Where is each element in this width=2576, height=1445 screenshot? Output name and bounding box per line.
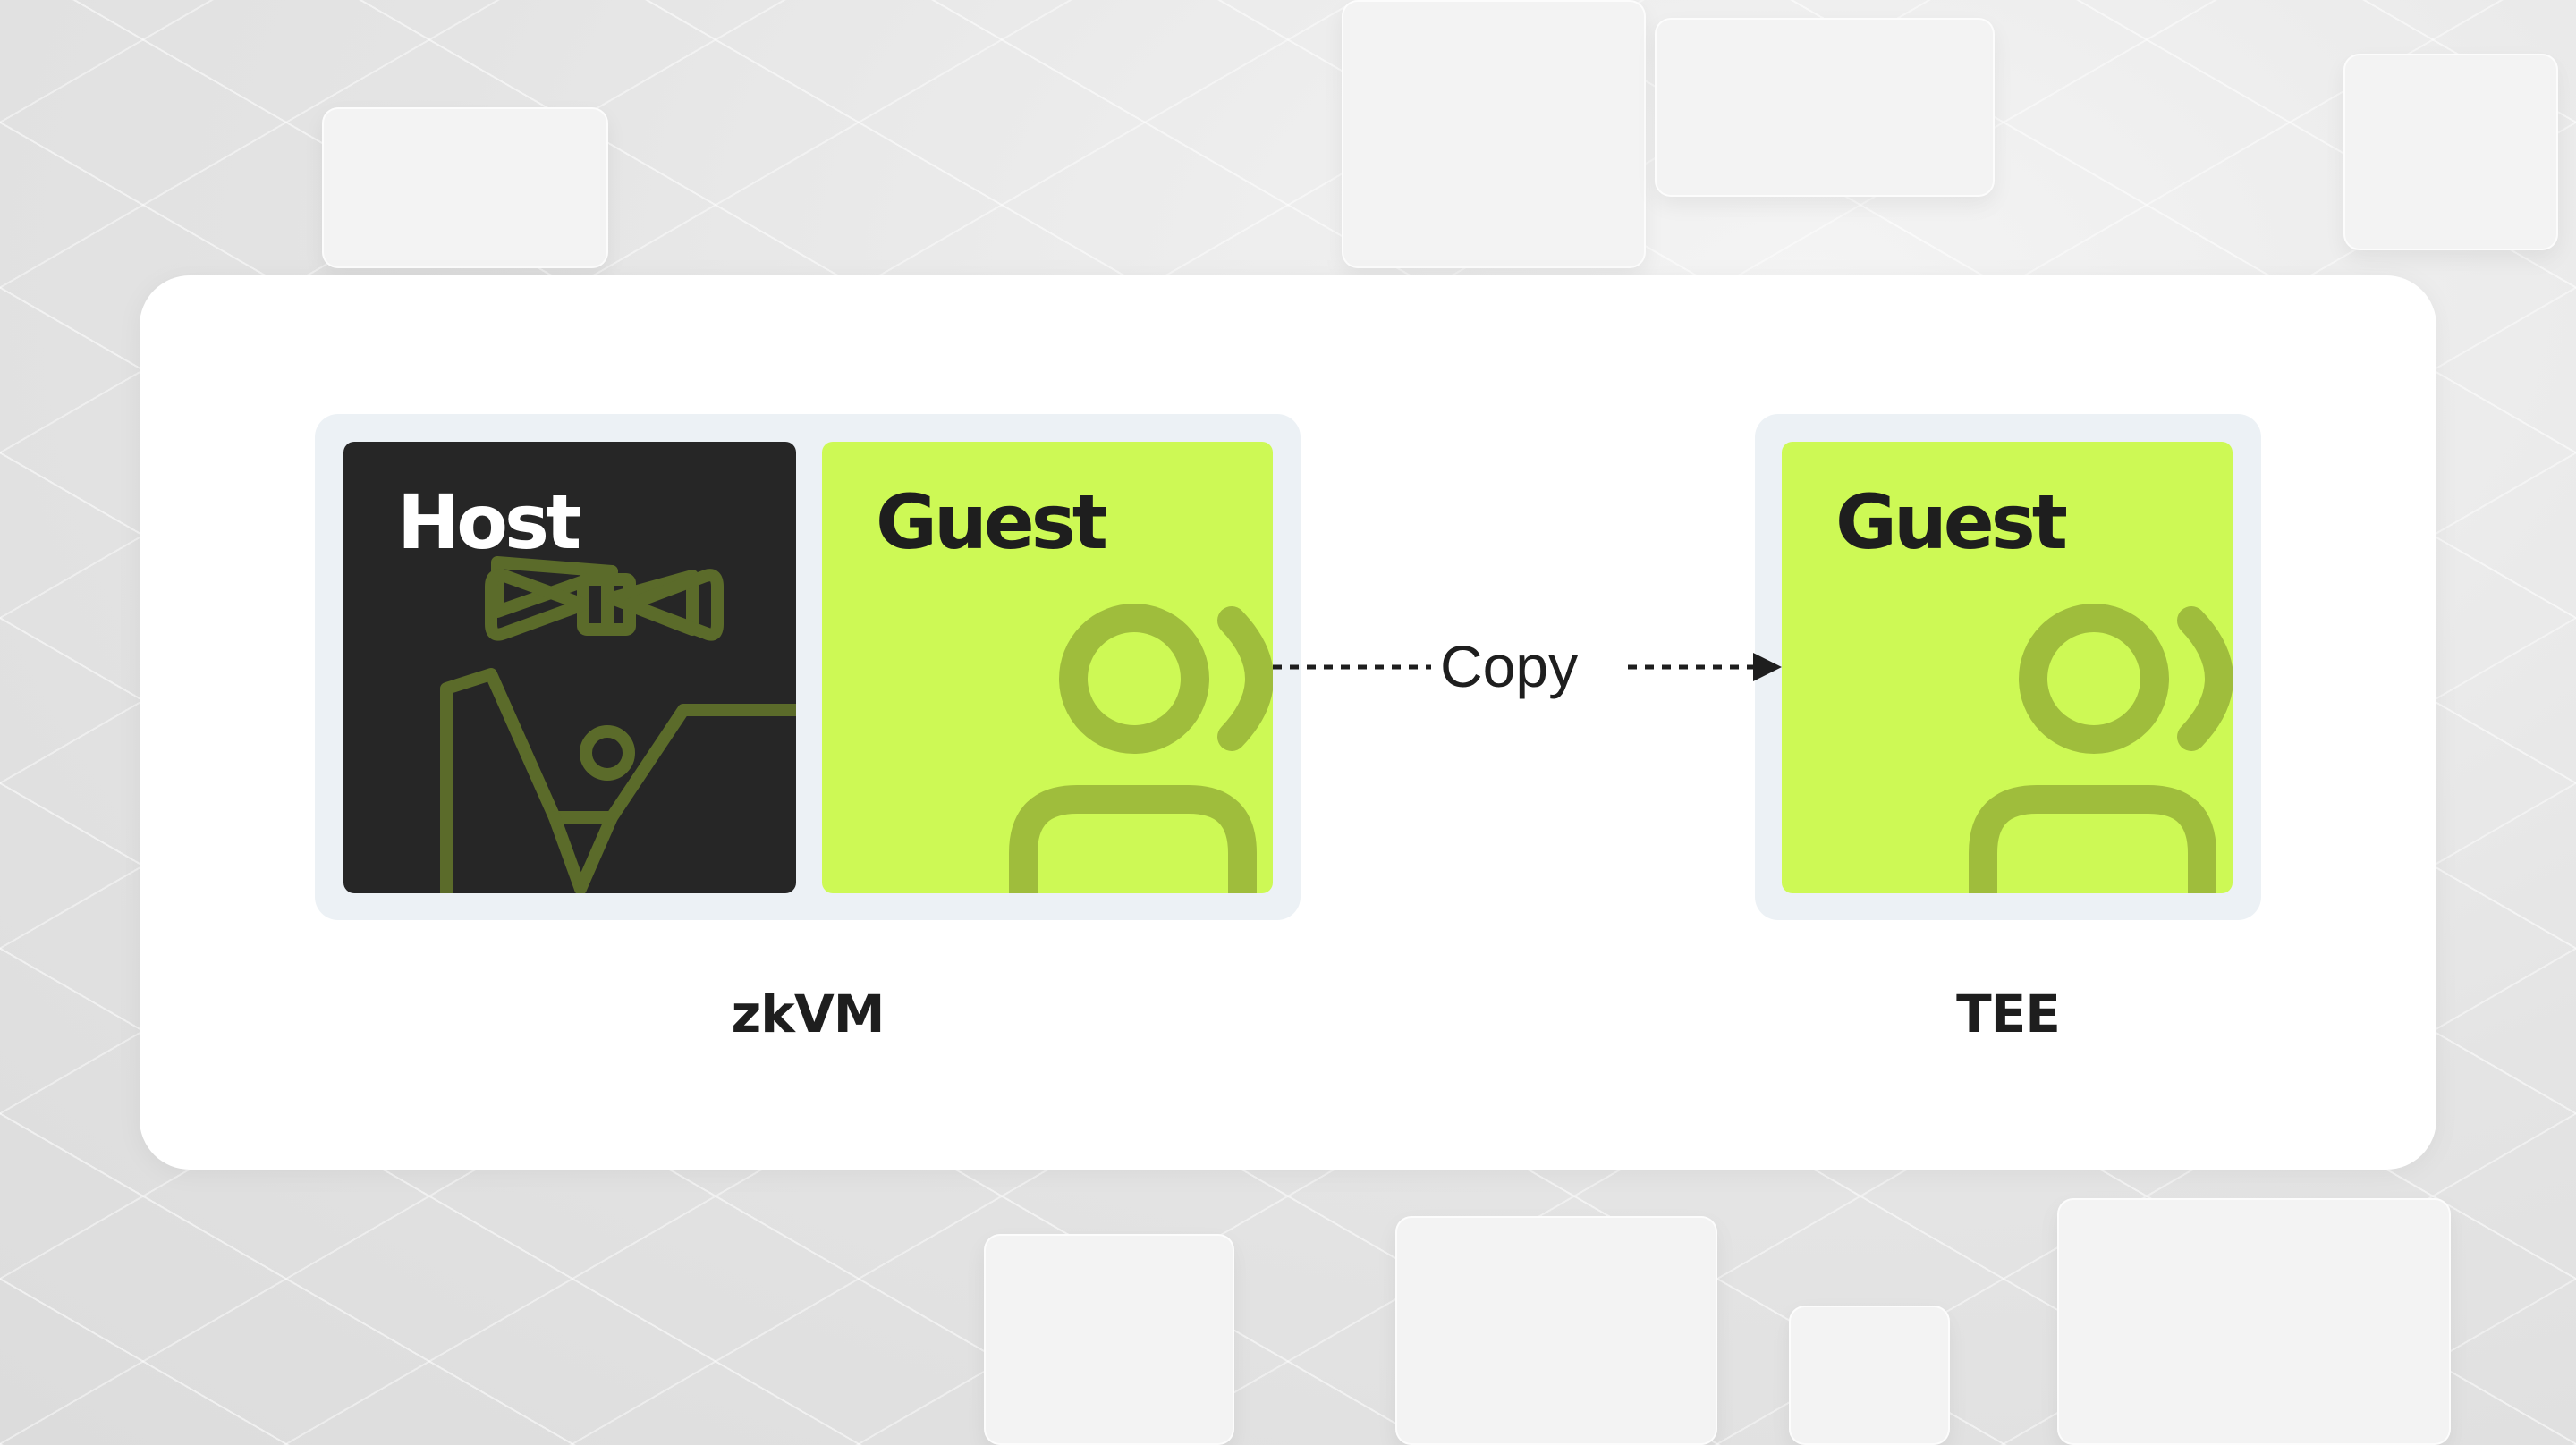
zkvm-caption: zkVM (731, 984, 886, 1044)
copy-arrow (1273, 653, 1782, 681)
arrow-head (1753, 653, 1782, 681)
copy-label: Copy (1440, 633, 1579, 699)
tee-caption: TEE (1956, 984, 2061, 1044)
